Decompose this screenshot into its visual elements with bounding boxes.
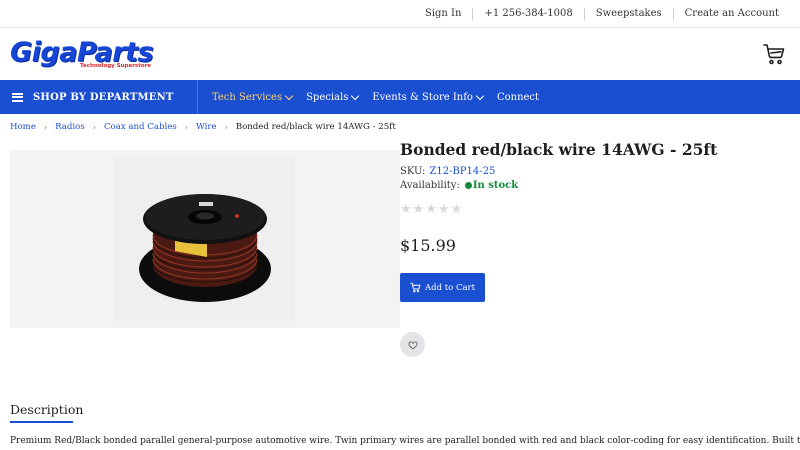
breadcrumb-wire[interactable]: Wire	[196, 122, 217, 132]
nav-item-label: Connect	[496, 91, 540, 103]
wire-spool-image	[139, 194, 271, 302]
chevron-down-icon	[351, 91, 360, 100]
breadcrumb-radios[interactable]: Radios	[55, 122, 85, 132]
department-label: SHOP BY DEPARTMENT	[33, 91, 174, 103]
site-logo[interactable]: GigaParts Technology Superstore	[10, 36, 154, 70]
star-icon: ★	[450, 202, 463, 217]
description-body: Premium Red/Black bonded parallel genera…	[10, 436, 800, 446]
availability-label: Availability:	[400, 180, 460, 191]
add-to-cart-button[interactable]: Add to Cart	[400, 273, 485, 302]
nav-item-label: Tech Services	[212, 91, 283, 103]
phone-link[interactable]: +1 256-384-1008	[472, 7, 583, 20]
sign-in-link[interactable]: Sign In	[414, 8, 472, 20]
in-stock-dot-icon	[464, 182, 472, 189]
sku-label: SKU:	[400, 166, 426, 177]
breadcrumb-separator: ›	[224, 122, 228, 132]
chevron-down-icon	[475, 91, 485, 100]
star-icon: ★	[437, 202, 450, 217]
heart-icon	[407, 340, 418, 349]
sku-row: SKU: Z12-BP14-25	[400, 166, 495, 177]
nav-events-store-info[interactable]: Events & Store Info	[372, 91, 485, 103]
logo-tagline: Technology Superstore	[79, 62, 152, 69]
cart-icon	[410, 282, 421, 293]
star-icon: ★	[425, 202, 437, 217]
product-price: $15.99	[400, 236, 456, 255]
description-tab[interactable]: Description	[10, 402, 83, 417]
logo-text: GigaParts	[10, 36, 154, 68]
breadcrumb-separator: ›	[43, 122, 48, 132]
breadcrumb-separator: ›	[92, 122, 96, 132]
breadcrumb-coax-and-cables[interactable]: Coax and Cables	[104, 122, 177, 132]
product-title: Bonded red/black wire 14AWG - 25ft	[400, 140, 718, 159]
star-icon: ★	[412, 202, 425, 217]
product-image	[115, 157, 295, 321]
sweepstakes-link[interactable]: Sweepstakes	[583, 7, 673, 20]
breadcrumb-separator: ›	[184, 122, 188, 132]
chevron-down-icon	[284, 91, 294, 100]
create-account-link[interactable]: Create an Account	[672, 7, 790, 20]
availability-row: Availability: In stock	[400, 180, 518, 191]
breadcrumb-current: Bonded red/black wire 14AWG - 25ft	[235, 122, 396, 132]
add-to-cart-label: Add to Cart	[424, 282, 475, 293]
breadcrumb-home[interactable]: Home	[10, 122, 36, 132]
description-tab-underline	[10, 421, 73, 423]
cart-icon[interactable]	[762, 42, 786, 66]
menu-icon	[12, 92, 23, 102]
nav-item-label: Specials	[306, 91, 349, 103]
site-header: GigaParts Technology Superstore	[0, 28, 800, 80]
nav-item-label: Events & Store Info	[372, 91, 473, 103]
nav-connect[interactable]: Connect	[497, 92, 539, 103]
wishlist-button[interactable]	[400, 332, 425, 357]
sku-value: Z12-BP14-25	[429, 166, 496, 177]
availability-status: In stock	[472, 180, 519, 191]
product-image-panel[interactable]	[10, 150, 400, 328]
utility-bar: Sign In +1 256-384-1008 Sweepstakes Crea…	[0, 0, 800, 28]
star-icon: ★	[400, 202, 412, 217]
main-nav: SHOP BY DEPARTMENT Tech Services Special…	[0, 80, 800, 114]
rating-stars[interactable]: ★ ★ ★ ★ ★	[400, 202, 463, 217]
shop-by-department-button[interactable]: SHOP BY DEPARTMENT	[0, 80, 198, 114]
nav-tech-services[interactable]: Tech Services	[212, 91, 294, 103]
nav-specials[interactable]: Specials	[306, 91, 360, 103]
breadcrumb: Home › Radios › Coax and Cables › Wire ›…	[10, 122, 396, 132]
